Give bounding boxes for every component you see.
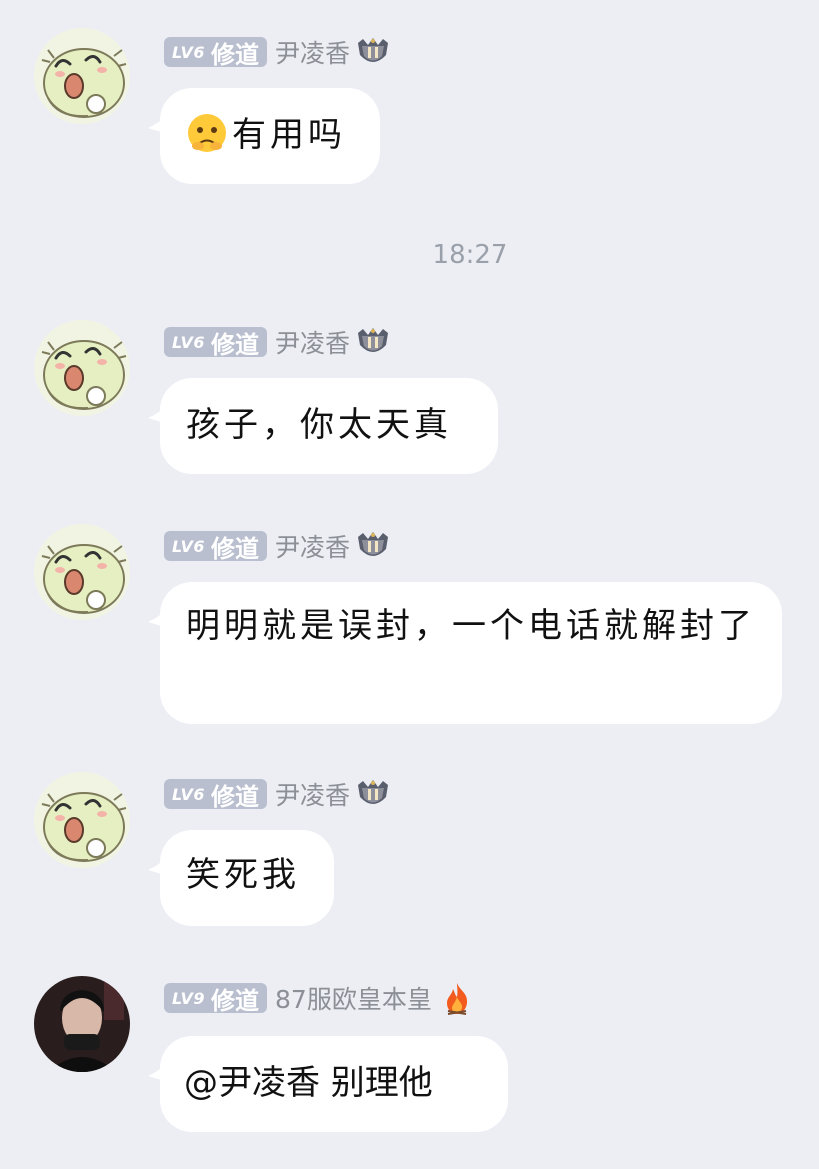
level-badge: LV6 修道 xyxy=(164,531,268,563)
cartoon-avatar-icon xyxy=(34,320,130,416)
worried-face-icon xyxy=(188,114,226,152)
level-text: LV6 xyxy=(172,42,206,62)
message-bubble[interactable]: 有用吗 xyxy=(160,88,380,184)
message-bubble[interactable]: 孩子，你太天真 xyxy=(160,378,498,474)
level-badge: LV6 修道 xyxy=(164,327,268,359)
message-meta: LV6 修道 尹凌香 xyxy=(164,34,390,70)
level-text: LV6 xyxy=(172,332,206,352)
message-meta: LV6 修道 尹凌香 xyxy=(164,776,390,812)
message-text: 明明就是误封，一个电话就解封了 xyxy=(186,606,756,646)
message-text: @尹凌香 别理他 xyxy=(184,1063,433,1103)
cartoon-avatar-icon xyxy=(34,524,130,620)
rank-title: 修道 xyxy=(211,40,260,69)
bubble-tail xyxy=(148,856,168,876)
cartoon-avatar-icon xyxy=(34,772,130,868)
user-avatar[interactable] xyxy=(34,524,130,620)
cartoon-avatar-icon xyxy=(34,28,130,124)
rank-title: 修道 xyxy=(211,330,260,359)
rank-crest-icon xyxy=(356,37,390,67)
level-text: LV6 xyxy=(172,536,206,556)
sender-nickname[interactable]: 尹凌香 xyxy=(275,324,350,360)
fire-icon xyxy=(446,983,467,1015)
bubble-tail xyxy=(148,1062,168,1082)
bubble-tail xyxy=(148,404,168,424)
bubble-tail xyxy=(148,608,168,628)
message-text: 笑死我 xyxy=(186,855,300,895)
rank-title: 修道 xyxy=(211,986,260,1015)
sender-nickname[interactable]: 87服欧皇本皇 xyxy=(275,980,432,1016)
sender-nickname[interactable]: 尹凌香 xyxy=(275,528,350,564)
bubble-tail xyxy=(148,114,168,134)
user-avatar[interactable] xyxy=(34,28,130,124)
rank-crest-icon xyxy=(356,531,390,561)
message-meta: LV6 修道 尹凌香 xyxy=(164,528,390,564)
message-text-content: 有用吗 xyxy=(232,115,346,155)
user-avatar[interactable] xyxy=(34,976,130,1072)
timestamp: 18:27 xyxy=(432,240,508,270)
message-bubble[interactable]: @尹凌香 别理他 xyxy=(160,1036,508,1132)
sender-nickname[interactable]: 尹凌香 xyxy=(275,776,350,812)
photo-avatar-icon xyxy=(34,976,130,1072)
level-badge: LV6 修道 xyxy=(164,779,268,811)
level-text: LV9 xyxy=(172,988,206,1008)
rank-crest-icon xyxy=(356,779,390,809)
rank-title: 修道 xyxy=(211,534,260,563)
message-text: 有用吗 xyxy=(186,114,346,155)
rank-title: 修道 xyxy=(211,782,260,811)
message-bubble[interactable]: 明明就是误封，一个电话就解封了 xyxy=(160,582,782,724)
message-bubble[interactable]: 笑死我 xyxy=(160,830,334,926)
rank-crest-icon xyxy=(356,327,390,357)
level-text: LV6 xyxy=(172,784,206,804)
message-text: 孩子，你太天真 xyxy=(186,405,452,445)
sender-nickname[interactable]: 尹凌香 xyxy=(275,34,350,70)
message-meta: LV6 修道 尹凌香 xyxy=(164,324,390,360)
level-badge: LV6 修道 xyxy=(164,37,268,69)
user-avatar[interactable] xyxy=(34,320,130,416)
message-meta: LV9 修道 87服欧皇本皇 xyxy=(164,980,472,1016)
level-badge: LV9 修道 xyxy=(164,983,268,1015)
user-avatar[interactable] xyxy=(34,772,130,868)
